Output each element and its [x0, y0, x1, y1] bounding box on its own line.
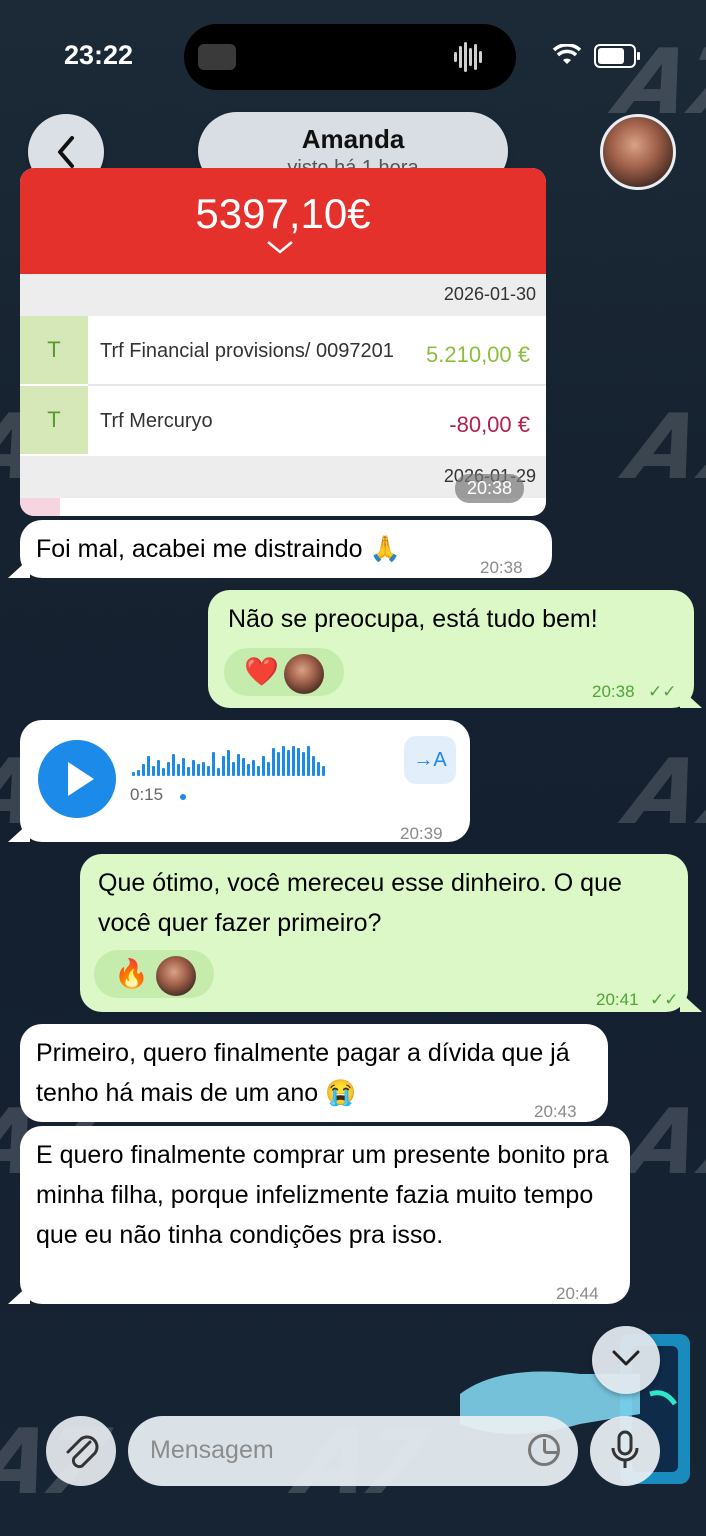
- date-header: 2026-01-30: [20, 274, 546, 316]
- transaction-type-marker: [20, 498, 60, 516]
- message-time: 20:41: [596, 990, 639, 1009]
- date-label: 2026-01-30: [443, 284, 536, 304]
- message-input[interactable]: Mensagem: [128, 1416, 578, 1486]
- scroll-to-bottom-button[interactable]: [592, 1326, 660, 1394]
- message-time: 20:38: [592, 682, 635, 701]
- play-button[interactable]: [38, 740, 116, 818]
- chevron-down-icon: [612, 1350, 640, 1366]
- transaction-description: Trf Mercuryo: [100, 410, 213, 432]
- dynamic-island: [184, 24, 516, 90]
- music-app-icon: [198, 44, 236, 70]
- reactions[interactable]: 🔥: [94, 950, 214, 998]
- transaction-row: T Trf Financial provisions/ 0097201 5.21…: [20, 316, 546, 384]
- chevron-left-icon: [58, 136, 74, 168]
- battery-icon: [594, 44, 640, 68]
- sticker-icon[interactable]: [528, 1434, 560, 1466]
- transaction-amount: 5.210,00 €: [426, 342, 530, 367]
- message-bubble-incoming[interactable]: Foi mal, acabei me distraindo 🙏 20:38: [20, 520, 552, 578]
- attach-button[interactable]: [46, 1416, 116, 1486]
- reactions[interactable]: ❤️: [224, 648, 344, 696]
- message-text: Foi mal, acabei me distraindo 🙏: [36, 535, 401, 563]
- audio-wave-icon: [454, 42, 494, 72]
- voice-duration: 0:15: [130, 785, 164, 804]
- unplayed-dot: [180, 794, 186, 800]
- watermark-logo: A7: [618, 1090, 706, 1195]
- image-message[interactable]: 5397,10€ 2026-01-30 T Trf Financial prov…: [20, 168, 546, 516]
- message-text: Não se preocupa, está tudo bem!: [228, 605, 598, 633]
- chevron-down-icon: [267, 241, 293, 254]
- transcribe-button[interactable]: →A: [404, 736, 456, 784]
- reaction-avatar: [156, 956, 196, 996]
- heart-reaction: ❤️: [244, 656, 279, 687]
- contact-avatar[interactable]: [600, 114, 676, 190]
- message-time: 20:38: [480, 558, 523, 577]
- watermark-logo: A7: [618, 395, 706, 500]
- transaction-row: T Trf Mercuryo -80,00 €: [20, 386, 546, 454]
- transaction-type: T: [20, 386, 88, 454]
- read-receipt-icon: ✓✓: [648, 682, 677, 701]
- transaction-type: T: [20, 316, 88, 384]
- message-text: E quero finalmente comprar um presente b…: [36, 1141, 609, 1249]
- message-bubble-outgoing[interactable]: Não se preocupa, está tudo bem! ❤️ 20:38…: [208, 590, 694, 708]
- status-bar: 23:22: [0, 0, 706, 100]
- wifi-icon: [552, 43, 582, 73]
- transaction-amount: -80,00 €: [449, 412, 530, 437]
- reaction-avatar: [284, 654, 324, 694]
- read-receipt-icon: ✓✓: [650, 990, 679, 1009]
- message-placeholder: Mensagem: [150, 1436, 274, 1464]
- microphone-icon: [611, 1430, 639, 1468]
- message-bubble-outgoing[interactable]: Que ótimo, você mereceu esse dinheiro. O…: [80, 854, 688, 1012]
- message-time: 20:39: [400, 824, 443, 843]
- message-text: Primeiro, quero finalmente pagar a dívid…: [36, 1039, 570, 1107]
- balance-amount: 5397,10€: [195, 190, 371, 237]
- fire-reaction: 🔥: [114, 958, 149, 989]
- message-time: 20:44: [556, 1284, 599, 1303]
- message-bubble-incoming[interactable]: E quero finalmente comprar um presente b…: [20, 1126, 630, 1304]
- microphone-button[interactable]: [590, 1416, 660, 1486]
- paperclip-icon: [66, 1435, 99, 1469]
- message-text: Que ótimo, você mereceu esse dinheiro. O…: [98, 869, 622, 937]
- status-time: 23:22: [64, 40, 134, 70]
- message-bubble-incoming[interactable]: Primeiro, quero finalmente pagar a dívid…: [20, 1024, 608, 1122]
- audio-waveform[interactable]: [132, 746, 327, 780]
- contact-name: Amanda: [301, 124, 405, 154]
- watermark-logo: A7: [618, 740, 706, 845]
- transaction-description: Trf Financial provisions/ 0097201: [100, 340, 394, 362]
- message-time: 20:38: [454, 474, 524, 503]
